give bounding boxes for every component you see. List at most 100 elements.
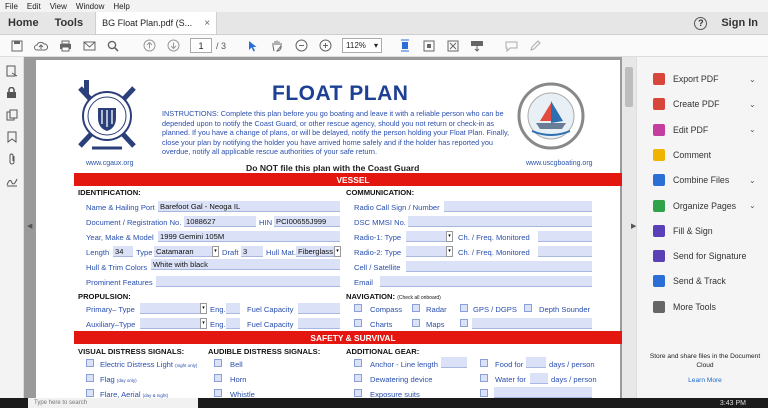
save-icon[interactable]	[10, 39, 24, 53]
fit-page-icon[interactable]	[398, 39, 412, 53]
menu-file[interactable]: File	[5, 2, 18, 11]
bell-checkbox[interactable]	[214, 359, 222, 367]
bookmark-icon[interactable]	[5, 131, 19, 145]
collapse-left-icon[interactable]: ◀	[27, 222, 32, 230]
tool-fill-sign[interactable]: Fill & Sign	[653, 224, 713, 237]
hull-mat-dropdown-icon[interactable]: ▾	[334, 246, 341, 257]
radio2-type-select[interactable]	[406, 246, 446, 257]
gear-other-checkbox[interactable]	[480, 389, 488, 397]
print-icon[interactable]	[58, 39, 72, 53]
tab-tools[interactable]: Tools	[47, 12, 92, 34]
hand-tool-icon[interactable]	[270, 39, 284, 53]
pages-icon[interactable]	[5, 109, 19, 123]
radio-call-field[interactable]	[444, 201, 592, 212]
fullscreen-icon[interactable]	[446, 39, 460, 53]
primary-dropdown-icon[interactable]: ▾	[200, 303, 207, 314]
type-select[interactable]: Catamaran	[154, 246, 212, 257]
auxiliary-dropdown-icon[interactable]: ▾	[200, 318, 207, 329]
keyboard-tool-icon[interactable]	[470, 39, 484, 53]
lock-icon[interactable]	[5, 86, 19, 101]
edl-checkbox[interactable]	[86, 359, 94, 367]
zoom-in-icon[interactable]	[318, 39, 332, 53]
sign-in-button[interactable]: Sign In	[721, 17, 758, 29]
help-icon[interactable]: ?	[694, 16, 708, 30]
page-number-input[interactable]: 1	[190, 38, 212, 53]
chevron-down-icon[interactable]: ⌄	[749, 201, 756, 210]
water-days-field[interactable]	[530, 373, 548, 384]
select-cursor-icon[interactable]	[246, 39, 260, 53]
name-port-field[interactable]: Barefoot Gal - Neoga IL	[158, 201, 340, 212]
compass-checkbox[interactable]	[354, 304, 362, 312]
scrollbar-thumb[interactable]	[625, 67, 633, 107]
year-make-field[interactable]: 1999 Gemini 105M	[158, 231, 340, 242]
whistle-checkbox[interactable]	[214, 389, 222, 397]
chevron-down-icon[interactable]: ⌄	[749, 100, 756, 109]
zoom-select[interactable]: 112% ▾	[342, 38, 383, 53]
upload-icon[interactable]	[34, 39, 48, 53]
auxiliary-type-select[interactable]	[140, 318, 200, 329]
tab-document[interactable]: BG Float Plan.pdf (S... ×	[95, 12, 218, 34]
email-field[interactable]	[380, 276, 592, 287]
page-down-icon[interactable]	[166, 39, 180, 53]
dewatering-checkbox[interactable]	[354, 374, 362, 382]
primary-type-select[interactable]	[140, 303, 200, 314]
tool-more-tools[interactable]: More Tools	[653, 300, 716, 313]
radar-checkbox[interactable]	[412, 304, 420, 312]
search-icon[interactable]	[106, 39, 120, 53]
radio2-freq-field[interactable]	[538, 246, 592, 257]
signature-icon[interactable]	[5, 175, 19, 189]
radio2-dropdown-icon[interactable]: ▾	[446, 246, 453, 257]
hull-mat-select[interactable]: Fiberglass	[296, 246, 334, 257]
learn-more-link[interactable]: Learn More	[645, 377, 765, 386]
tool-send-track[interactable]: Send & Track	[653, 275, 726, 288]
radio1-dropdown-icon[interactable]: ▾	[446, 231, 453, 242]
depth-sounder-checkbox[interactable]	[524, 304, 532, 312]
nav-other-field[interactable]	[472, 318, 592, 329]
menu-view[interactable]: View	[50, 2, 67, 11]
email-icon[interactable]	[82, 39, 96, 53]
radio1-freq-field[interactable]	[538, 231, 592, 242]
taskbar-search-input[interactable]: Type here to search	[28, 398, 198, 408]
dsc-mmsi-field[interactable]	[408, 216, 592, 227]
gear-other-field[interactable]	[494, 387, 592, 398]
hull-trim-field[interactable]: White with black	[151, 259, 340, 270]
draft-field[interactable]: 3	[241, 246, 263, 257]
primary-fuel-field[interactable]	[298, 303, 340, 314]
chevron-down-icon[interactable]: ⌄	[749, 176, 756, 185]
menu-help[interactable]: Help	[113, 2, 129, 11]
exposure-checkbox[interactable]	[354, 389, 362, 397]
food-days-field[interactable]	[526, 357, 546, 368]
tool-organize-pages[interactable]: Organize Pages ⌄	[653, 199, 756, 212]
food-checkbox[interactable]	[480, 359, 488, 367]
charts-checkbox[interactable]	[354, 319, 362, 327]
attachment-icon[interactable]	[5, 153, 19, 167]
tool-comment[interactable]: Comment	[653, 148, 711, 161]
anchor-line-field[interactable]	[441, 357, 467, 368]
scan-icon[interactable]	[5, 65, 19, 79]
document-viewport[interactable]: www.cgaux.org www.uscgboating.org FLOAT …	[24, 57, 636, 398]
menu-edit[interactable]: Edit	[27, 2, 41, 11]
nav-other-checkbox[interactable]	[460, 319, 468, 327]
radio1-type-select[interactable]	[406, 231, 446, 242]
primary-eng-field[interactable]	[226, 303, 240, 314]
tool-create-pdf[interactable]: Create PDF ⌄	[653, 98, 756, 111]
tool-edit-pdf[interactable]: Edit PDF ⌄	[653, 123, 756, 136]
chevron-down-icon[interactable]: ⌄	[749, 125, 756, 134]
tab-home[interactable]: Home	[0, 12, 47, 34]
maps-checkbox[interactable]	[412, 319, 420, 327]
pen-icon[interactable]	[528, 39, 542, 53]
gps-checkbox[interactable]	[460, 304, 468, 312]
aux-fuel-field[interactable]	[298, 318, 340, 329]
comment-icon[interactable]	[504, 39, 518, 53]
horn-checkbox[interactable]	[214, 374, 222, 382]
hin-field[interactable]: PCI00655J999	[274, 216, 340, 227]
anchor-checkbox[interactable]	[354, 359, 362, 367]
cell-field[interactable]	[406, 261, 592, 272]
zoom-out-icon[interactable]	[294, 39, 308, 53]
page-up-icon[interactable]	[142, 39, 156, 53]
tool-export-pdf[interactable]: Export PDF ⌄	[653, 73, 756, 85]
type-dropdown-icon[interactable]: ▾	[212, 246, 219, 257]
menu-window[interactable]: Window	[76, 2, 104, 11]
flag-checkbox[interactable]	[86, 374, 94, 382]
chevron-down-icon[interactable]: ⌄	[749, 75, 756, 84]
